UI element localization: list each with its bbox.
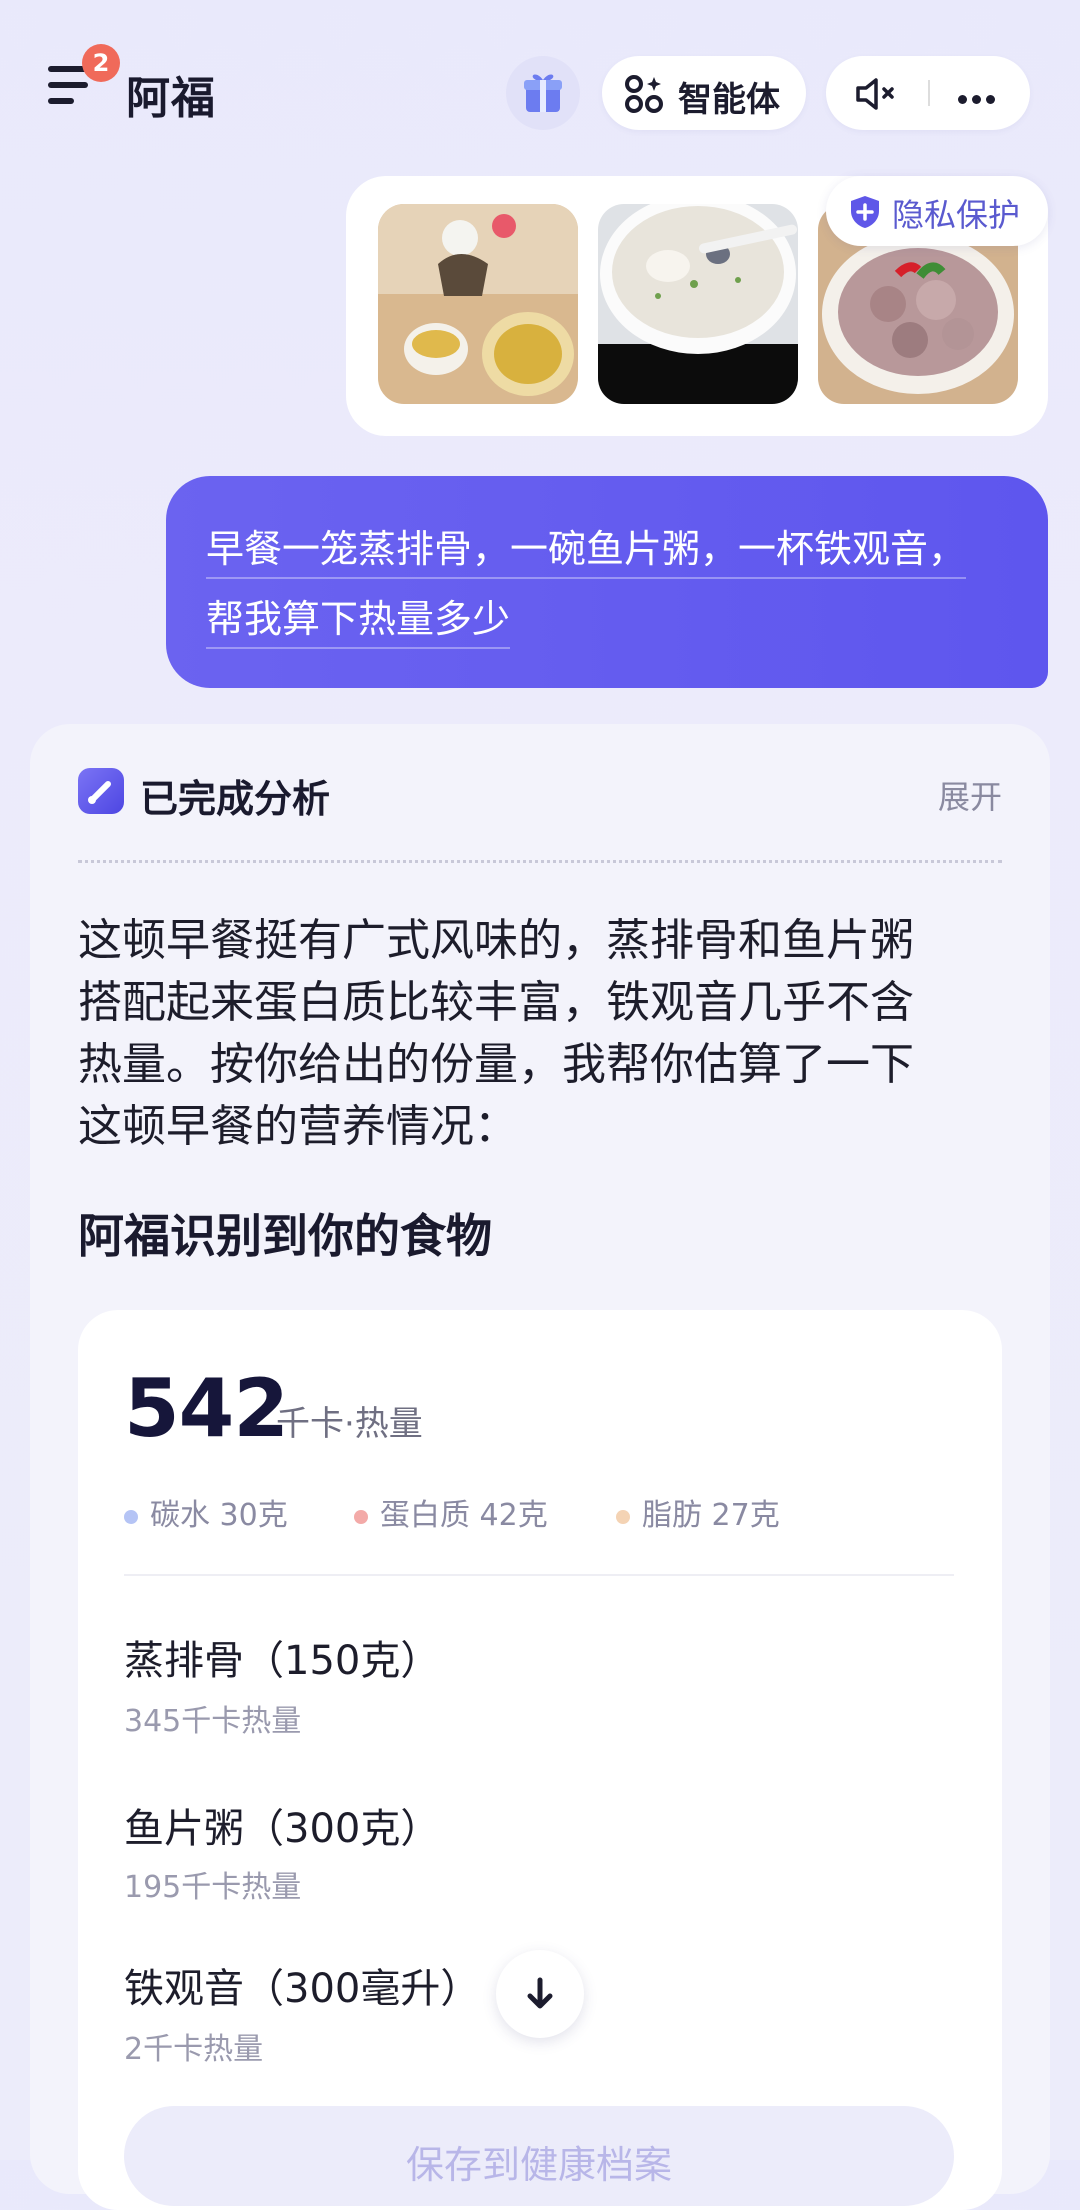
arrow-down-icon [527, 1977, 553, 2009]
divider [124, 1574, 954, 1576]
macro-protein: 蛋白质 42克 [354, 1490, 548, 1534]
notification-badge: 2 [82, 44, 120, 82]
food-item-name: 铁观音（300毫升） [124, 1966, 481, 2012]
expand-button[interactable]: 展开 [938, 772, 1002, 818]
save-button-label: 保存到健康档案 [405, 2143, 672, 2187]
gift-button[interactable] [506, 56, 580, 130]
divider [78, 860, 1002, 863]
food-item-name: 鱼片粥（300克） [124, 1806, 441, 1852]
macro-dot [354, 1509, 368, 1524]
section-title: 阿福识别到你的食物 [78, 1209, 492, 1263]
gift-icon [524, 74, 562, 112]
macro-carbs: 碳水 30克 [124, 1490, 288, 1534]
tea-photo[interactable] [378, 204, 578, 404]
paragraph-line: 这顿早餐挺有广式风味的，蒸排骨和鱼片粥 [78, 915, 914, 966]
shield-icon [851, 196, 879, 228]
paragraph-line: 这顿早餐的营养情况： [78, 1101, 518, 1152]
paragraph-line: 热量。按你给出的份量，我帮你估算了一下 [78, 1039, 914, 1090]
agent-label: 智能体 [678, 80, 780, 120]
privacy-label: 隐私保护 [892, 196, 1021, 234]
more-icon[interactable] [958, 89, 1000, 108]
scroll-down-button[interactable] [496, 1950, 584, 2038]
food-item-calories: 345千卡热量 [124, 1704, 302, 1739]
analysis-complete-icon [78, 768, 124, 814]
total-calories: 542 [124, 1362, 289, 1455]
user-message-text: 早餐一笼蒸排骨，一碗鱼片粥，一杯铁观音， 帮我算下热量多少 [206, 514, 1026, 654]
paragraph-line: 搭配起来蛋白质比较丰富，铁观音几乎不含 [78, 977, 914, 1028]
analysis-status: 已完成分析 [140, 777, 331, 821]
food-item-calories: 2千卡热量 [124, 2032, 264, 2067]
app-title: 阿福 [126, 73, 216, 124]
answer-paragraph: 这顿早餐挺有广式风味的，蒸排骨和鱼片粥 搭配起来蛋白质比较丰富，铁观音几乎不含 … [78, 910, 1008, 1158]
mute-icon[interactable] [854, 76, 900, 112]
user-message-line: 早餐一笼蒸排骨，一碗鱼片粥，一杯铁观音， [206, 527, 967, 579]
macro-fat: 脂肪 27克 [616, 1490, 780, 1534]
food-item-calories: 195千卡热量 [124, 1870, 302, 1905]
header-actions [826, 56, 1030, 130]
divider [928, 80, 930, 106]
user-message-line: 帮我算下热量多少 [206, 597, 511, 649]
congee-photo[interactable] [598, 204, 798, 404]
user-message-bubble: 早餐一笼蒸排骨，一碗鱼片粥，一杯铁观音， 帮我算下热量多少 [166, 476, 1048, 688]
agent-button[interactable]: 智能体 [602, 56, 806, 130]
food-item-name: 蒸排骨（150克） [124, 1638, 441, 1684]
privacy-protection-button[interactable]: 隐私保护 [826, 176, 1048, 246]
calories-unit: 千卡·热量 [276, 1404, 423, 1444]
macro-dot [124, 1509, 138, 1524]
agent-icon [625, 75, 663, 113]
macro-dot [616, 1509, 630, 1524]
